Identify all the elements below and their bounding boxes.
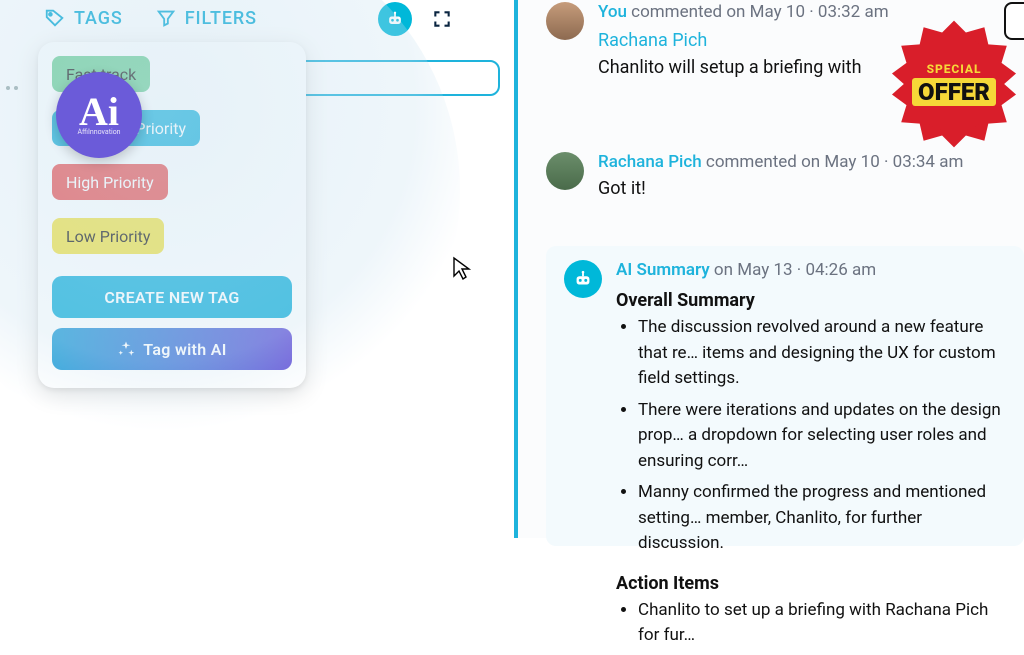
tag-icon [44, 7, 66, 29]
tag-low-priority[interactable]: Low Priority [52, 218, 164, 254]
comment-2: Rachana Pich commented on May 10 · 03:34… [546, 152, 963, 199]
ai-badge-sub: AffiInnovation [77, 128, 120, 136]
create-new-tag-label: CREATE NEW TAG [104, 288, 239, 307]
filters-tab[interactable]: FILTERS [155, 7, 257, 29]
affiliate-ai-badge: Ai AffiInnovation [56, 72, 142, 158]
tags-tab[interactable]: TAGS [44, 7, 123, 29]
tag-with-ai-label: Tag with AI [143, 340, 226, 359]
list-item: The discussion revolved around a new fea… [638, 315, 1006, 392]
promo-special: SPECIAL [912, 62, 996, 76]
carousel-dots [6, 86, 18, 90]
ai-avatar [564, 260, 602, 298]
left-panel: TAGS FILTERS Fast track a [0, 0, 514, 538]
create-new-tag-button[interactable]: CREATE NEW TAG [52, 276, 292, 318]
toolbar: TAGS FILTERS [44, 0, 334, 36]
promo-offer: OFFER [912, 78, 996, 106]
comment-2-meta: Rachana Pich commented on May 10 · 03:34… [598, 152, 963, 172]
sparkle-icon [117, 340, 135, 358]
summary-meta: AI Summary on May 13 · 04:26 am [616, 260, 1006, 280]
ai-assistant-button[interactable] [378, 2, 412, 36]
filters-label: FILTERS [185, 8, 257, 29]
comment-2-author: Rachana Pich [598, 152, 702, 172]
summary-overall-list: The discussion revolved around a new fea… [616, 315, 1006, 557]
avatar[interactable] [546, 152, 584, 190]
ai-badge-main: Ai [79, 94, 119, 130]
filter-icon [155, 7, 177, 29]
fullscreen-button[interactable] [430, 7, 454, 31]
special-offer-badge[interactable]: SPECIAL OFFER [888, 18, 1020, 150]
robot-icon [572, 268, 594, 290]
right-panel: You commented on May 10 · 03:32 am Racha… [518, 0, 1024, 538]
summary-actions-list: Chanlito to set up a briefing with Racha… [616, 598, 1006, 649]
ai-summary-card: AI Summary on May 13 · 04:26 am Overall … [546, 246, 1024, 546]
comment-1-author: You [598, 2, 627, 22]
left-input[interactable] [290, 60, 500, 96]
left-panel-actions [378, 2, 454, 36]
tag-high-priority[interactable]: High Priority [52, 164, 168, 200]
tag-with-ai-button[interactable]: Tag with AI [52, 328, 292, 370]
cursor-icon [452, 256, 472, 286]
comment-1-mention[interactable]: Rachana Pich [598, 30, 889, 51]
list-item: Chanlito to set up a briefing with Racha… [638, 598, 1006, 649]
comment-2-body: Got it! [598, 178, 963, 199]
list-item: There were iterations and updates on the… [638, 398, 1006, 475]
comment-1-body: Chanlito will setup a briefing with [598, 57, 889, 78]
comment-1: You commented on May 10 · 03:32 am Racha… [546, 2, 889, 78]
tags-label: TAGS [74, 8, 123, 29]
comment-1-meta: You commented on May 10 · 03:32 am [598, 2, 889, 22]
fullscreen-icon [432, 9, 452, 29]
avatar[interactable] [546, 2, 584, 40]
summary-heading-actions: Action Items [616, 573, 1006, 594]
robot-icon [385, 9, 405, 29]
list-item: Manny confirmed the progress and mention… [638, 480, 1006, 557]
summary-heading-overall: Overall Summary [616, 290, 1006, 311]
